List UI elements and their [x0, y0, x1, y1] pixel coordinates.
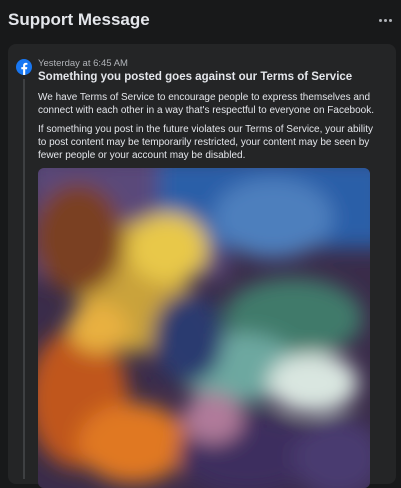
blurred-image [38, 168, 370, 488]
message-title: Something you posted goes against our Te… [38, 71, 353, 83]
more-options-button[interactable] [375, 13, 395, 27]
more-horizontal-icon-dot [383, 18, 387, 22]
message-timestamp: Yesterday at 6:45 AM [38, 58, 128, 69]
blurred-image-attachment[interactable] [38, 168, 370, 488]
more-horizontal-icon [378, 18, 382, 22]
message-paragraph: We have Terms of Service to encourage pe… [38, 92, 374, 116]
page-header: Support Message [0, 0, 401, 44]
more-horizontal-icon-dot [388, 18, 392, 22]
message-paragraph: If something you post in the future viol… [38, 124, 373, 161]
page-title: Support Message [8, 10, 150, 29]
thread-line [23, 79, 25, 479]
facebook-logo-icon[interactable] [16, 59, 32, 75]
